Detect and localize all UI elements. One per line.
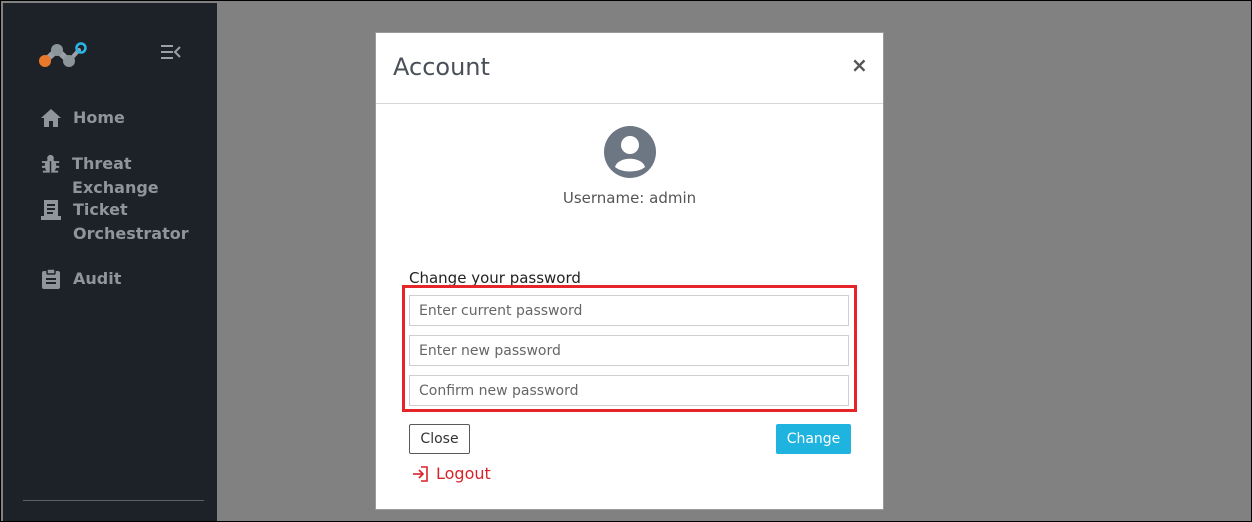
close-button[interactable]: Close <box>409 424 470 454</box>
account-modal: Account × Username: admin Change your pa… <box>375 32 884 510</box>
close-icon[interactable]: × <box>851 53 868 77</box>
bug-icon <box>41 154 60 173</box>
modal-header: Account × <box>376 33 883 104</box>
sidebar-item-label: Home <box>73 108 125 127</box>
sidebar-item-label: Audit <box>73 269 122 288</box>
user-circle-icon <box>604 126 656 178</box>
sign-out-icon <box>413 465 428 482</box>
sidebar-item-ticket-orchestrator[interactable]: Ticket Orchestrator <box>40 198 189 246</box>
logo-icon <box>39 42 87 67</box>
sidebar-item-label: Ticket Orchestrator <box>73 200 189 243</box>
home-icon <box>41 109 61 127</box>
logout-link[interactable]: Logout <box>412 464 491 483</box>
password-fields-highlight <box>402 285 857 412</box>
collapse-menu-icon[interactable] <box>160 43 182 61</box>
clipboard-icon <box>42 268 60 289</box>
sidebar-divider <box>23 500 204 501</box>
sidebar-item-home[interactable]: Home <box>40 106 125 130</box>
app-frame: Home Threat Exchange Ticket Orchestrator… <box>0 0 1252 522</box>
username-text: Username: admin <box>562 189 697 207</box>
sidebar: Home Threat Exchange Ticket Orchestrator… <box>3 3 217 521</box>
logout-label: Logout <box>436 464 491 483</box>
ticket-icon <box>41 200 61 220</box>
change-button[interactable]: Change <box>776 424 851 454</box>
sidebar-item-label: Threat Exchange <box>72 154 159 197</box>
modal-title: Account <box>393 53 490 81</box>
sidebar-item-audit[interactable]: Audit <box>40 267 121 291</box>
sidebar-item-threat-exchange[interactable]: Threat Exchange <box>40 152 217 200</box>
